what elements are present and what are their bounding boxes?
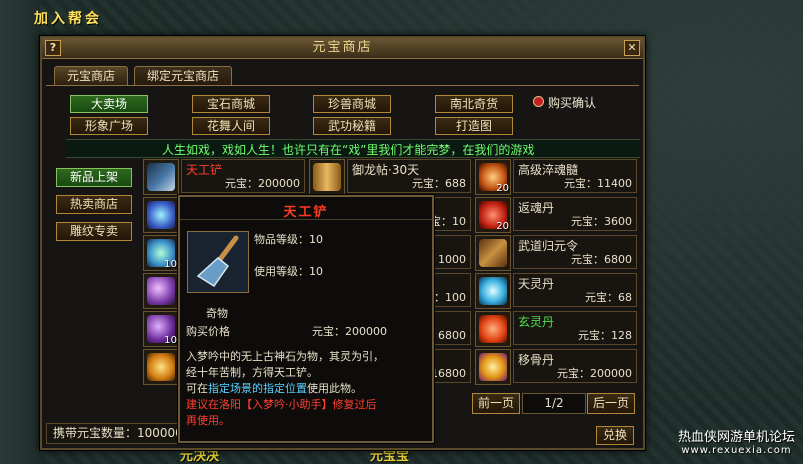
purchase-confirm-label: 购买确认 [548,96,597,110]
tooltip-item-type: 奇物 [206,307,228,320]
gem-icon[interactable] [143,197,179,233]
item-quantity: 20 [496,183,509,194]
tooltip-description: 入梦吟中的无上古神石为物，其灵为引， 经十年苦制，方得天工铲。 可在指定场景的指… [186,349,426,429]
item-name: 武道归元令 [518,239,579,253]
item-card[interactable]: 御龙帖·30天 元宝：688 [347,159,471,193]
tooltip-divider [180,219,432,220]
shovel-icon[interactable] [143,159,179,195]
item-card[interactable]: 天灵丹 元宝：68 [513,273,637,307]
tooltip-price: 元宝：200000 [312,325,387,338]
item-price: 元宝：128 [578,329,632,342]
desc-text: 使用此物。 [307,382,362,395]
dragon-icon[interactable] [143,349,179,385]
item-price: 元宝：6800 [571,253,632,266]
tab-bound-yuanbao-shop[interactable]: 绑定元宝商店 [134,66,233,86]
yuanbao-balance: 携带元宝数量：100000 [46,423,192,444]
tooltip-item-level: 物品等级：10 [254,233,323,246]
item-name: 天工铲 [186,163,223,177]
item-tooltip: 天工铲 物品等级：10 使用等级：10 奇物 购买价格 元宝：200000 入梦… [178,195,434,443]
tooltip-use-level: 使用等级：10 [254,265,323,278]
purchase-confirm-radio[interactable] [533,96,544,107]
category-flower-dance[interactable]: 花舞人间 [192,117,270,135]
potion-icon[interactable]: 10 [143,311,179,347]
item-quantity: 10 [164,335,177,346]
item-price: 元宝：200000 [557,367,632,380]
sun-icon[interactable] [475,349,511,385]
item-card[interactable]: 玄灵丹 元宝：128 [513,311,637,345]
item-card[interactable]: 天工铲 元宝：200000 [181,159,305,193]
category-forge-diagrams[interactable]: 打造图 [435,117,513,135]
item-name: 返魂丹 [518,201,555,215]
announcement-text: 人生如戏，戏如人生！也许只有在“戏”里我们才能完梦，在我们的游戏 [162,143,535,157]
category-exotic-goods[interactable]: 南北奇货 [435,95,513,113]
desc-line: 可在指定场景的指定位置使用此物。 [186,381,426,397]
item-card[interactable]: 高级淬魂髓 元宝：11400 [513,159,637,193]
item-name: 移骨丹 [518,353,555,367]
site-watermark: 热血侠网游单机论坛 www.rexuexia.com [678,426,795,456]
item-name: 玄灵丹 [518,315,555,329]
item-quantity: 20 [496,221,509,232]
category-image-plaza[interactable]: 形象广场 [70,117,148,135]
scroll-icon[interactable] [309,159,345,195]
tooltip-price-label: 购买价格 [186,325,230,338]
category-pet-mall[interactable]: 珍兽商城 [313,95,391,113]
side-carving-shop[interactable]: 雕纹专卖 [56,222,132,241]
desc-line: 经十年苦制，方得天工铲。 [186,366,318,379]
close-icon[interactable]: ✕ [624,40,640,56]
item-price: 元宝：3600 [571,215,632,228]
item-price: 元宝：688 [412,177,466,190]
item-card[interactable]: 武道归元令 元宝：6800 [513,235,637,269]
pill-icon[interactable] [475,311,511,347]
item-price: 元宝：11400 [564,177,632,190]
swirl-icon[interactable] [475,273,511,309]
token-icon[interactable] [475,235,511,271]
next-page-button[interactable]: 后一页 [587,393,635,414]
gem-icon[interactable]: 10 [143,235,179,271]
prev-page-button[interactable]: 前一页 [472,393,520,414]
desc-warning: 建议在洛阳【入梦吟·小助手】修复过后 [186,398,377,411]
item-card[interactable]: 返魂丹 元宝：3600 [513,197,637,231]
exchange-button[interactable]: 兑换 [596,426,634,445]
location-link: 指定场景的指定位置 [208,382,307,395]
scrolling-announcement: 人生如戏，戏如人生！也许只有在“戏”里我们才能完梦，在我们的游戏 [66,139,640,158]
item-price: 元宝：200000 [225,177,300,190]
tab-divider [46,85,639,86]
item-price: 元宝：68 [585,291,632,304]
watermark-text: 热血侠网游单机论坛 [677,430,795,445]
desc-line: 入梦吟中的无上古神石为物，其灵为引， [186,350,384,363]
tab-yuanbao-shop[interactable]: 元宝商店 [54,66,129,86]
desc-text: 可在 [186,382,208,395]
page-indicator: 1/2 [522,393,586,414]
orb-icon[interactable]: 20 [475,159,511,195]
item-name: 天灵丹 [518,277,555,291]
category-gem-mall[interactable]: 宝石商城 [192,95,270,113]
item-name: 御龙帖·30天 [352,163,420,177]
item-card[interactable]: 移骨丹 元宝：200000 [513,349,637,383]
shovel-icon [187,231,249,293]
question-icon[interactable]: ? [45,40,61,56]
watermark-url: www.rexuexia.com [681,445,792,456]
potion-icon[interactable] [143,273,179,309]
side-hot-sales[interactable]: 热卖商店 [56,195,132,214]
category-martial-manuals[interactable]: 武功秘籍 [313,117,391,135]
join-guild-label[interactable]: 加入帮会 [34,8,102,28]
window-title: 元宝商店 [42,38,643,59]
side-new-arrivals[interactable]: 新品上架 [56,168,132,187]
category-big-market[interactable]: 大卖场 [70,95,148,113]
background-wall [0,0,40,464]
desc-warning: 再使用。 [186,414,230,427]
item-quantity: 10 [164,259,177,270]
tooltip-title: 天工铲 [283,205,329,220]
pill-icon[interactable]: 20 [475,197,511,233]
